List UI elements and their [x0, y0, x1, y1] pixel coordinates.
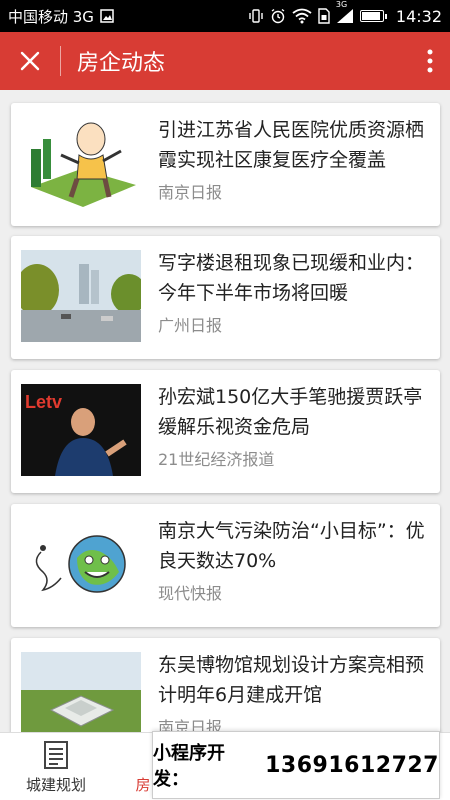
tab-city-planning[interactable]: 城建规划 [18, 733, 94, 800]
tab-label: 城建规划 [25, 775, 86, 794]
article-source: 21世纪经济报道 [158, 450, 275, 469]
article-source: 南京日报 [158, 183, 223, 202]
article-card[interactable]: 南京大气污染防治“小目标”：优良天数达70% 现代快报 [11, 504, 440, 627]
network-type: 3G [335, 0, 348, 9]
article-source: 广州日报 [158, 316, 223, 335]
image-icon [100, 9, 114, 23]
promo-banner: 小程序开发： 13691612727 [152, 731, 440, 799]
article-title: 引进江苏省人民医院优质资源栖霞实现社区康复医疗全覆盖 [158, 119, 425, 171]
wifi-icon [292, 8, 312, 24]
battery-icon [359, 10, 387, 22]
article-source: 现代快报 [158, 584, 223, 603]
article-card[interactable]: 引进江苏省人民医院优质资源栖霞实现社区康复医疗全覆盖 南京日报 [11, 103, 440, 226]
app-bar: 房企动态 [0, 32, 450, 90]
article-thumbnail: Letv [21, 384, 141, 476]
article-thumbnail [21, 518, 141, 610]
status-bar: 中国移动 3G 3G 14:32 [0, 0, 450, 32]
article-card[interactable]: 东吴博物馆规划设计方案亮相预计明年6月建成开馆 南京日报 [11, 638, 440, 732]
article-thumbnail [21, 250, 141, 342]
close-button[interactable] [0, 32, 60, 90]
article-card[interactable]: 写字楼退租现象已现缓和业内：今年下半年市场将回暖 广州日报 [11, 236, 440, 359]
clock-text: 14:32 [395, 6, 442, 26]
tab-label: 房 [135, 775, 151, 794]
article-thumbnail [21, 117, 141, 209]
signal-icon: 3G [336, 0, 354, 24]
article-title: 东吴博物馆规划设计方案亮相预计明年6月建成开馆 [158, 654, 425, 706]
article-thumbnail [21, 652, 141, 732]
article-list: 引进江苏省人民医院优质资源栖霞实现社区康复医疗全覆盖 南京日报 写字楼退租现象已… [0, 90, 450, 732]
letv-logo-text: Letv [25, 392, 63, 412]
app-bar-divider [60, 46, 61, 76]
article-title: 孙宏斌150亿大手笔驰援贾跃亭缓解乐视资金危局 [158, 386, 423, 438]
more-vertical-icon [427, 49, 433, 73]
article-title: 南京大气污染防治“小目标”：优良天数达70% [158, 520, 425, 572]
promo-label: 小程序开发： [153, 743, 225, 790]
carrier-text: 中国移动 3G [8, 7, 94, 26]
vibrate-icon [248, 8, 264, 24]
article-source: 南京日报 [158, 718, 223, 732]
more-button[interactable] [410, 32, 450, 90]
page-title: 房企动态 [77, 51, 166, 76]
close-icon [20, 51, 40, 71]
article-card[interactable]: Letv 孙宏斌150亿大手笔驰援贾跃亭缓解乐视资金危局 21世纪经济报道 [11, 370, 440, 493]
article-title: 写字楼退租现象已现缓和业内：今年下半年市场将回暖 [158, 252, 425, 304]
document-icon [44, 740, 68, 769]
promo-phone: 13691612727 [265, 752, 439, 778]
alarm-icon [270, 8, 286, 24]
sim-icon [318, 8, 330, 24]
